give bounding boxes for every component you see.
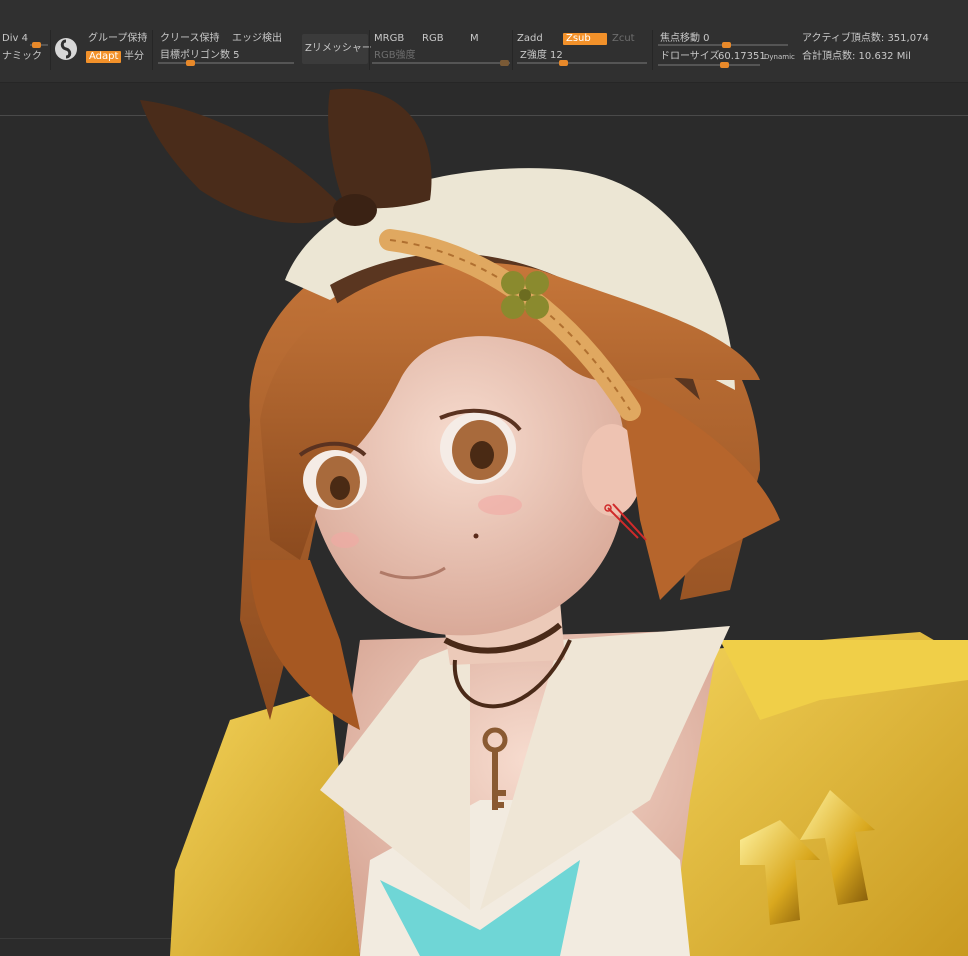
rgb-intensity-label: RGB強度 (374, 50, 416, 61)
sculpt-model[interactable] (0, 83, 968, 956)
dynamic-button[interactable]: ナミック (2, 51, 42, 63)
div-slider[interactable] (30, 42, 48, 48)
active-points-stat: アクティブ頂点数: 351,074 (802, 33, 929, 44)
3d-viewport[interactable] (0, 83, 968, 956)
hair-bow (140, 100, 345, 224)
zremesher-button[interactable]: Zリメッシャー (302, 34, 372, 64)
edge-detect-button[interactable]: エッジ検出 (232, 33, 282, 45)
total-points-stat: 合計頂点数: 10.632 Mil (802, 51, 911, 62)
zbrush-logo-icon[interactable] (55, 38, 77, 60)
jacket-left (170, 690, 360, 956)
target-poly-slider[interactable] (158, 60, 294, 66)
z-intensity-label: Z強度 12 (520, 50, 563, 61)
focal-shift-slider[interactable] (658, 42, 788, 48)
mrgb-button[interactable]: MRGB (374, 33, 404, 45)
crease-keep-button[interactable]: クリース保持 (160, 33, 220, 45)
div-label[interactable]: Div 4 (2, 33, 28, 45)
toolbar: Div 4 ナミック グループ保持 Adapt 半分 クリース保持 エッジ検出 … (0, 0, 968, 83)
zcut-button[interactable]: Zcut (612, 33, 635, 45)
rgb-button[interactable]: RGB (422, 33, 444, 45)
group-keep-button[interactable]: グループ保持 (88, 33, 147, 45)
draw-size-slider[interactable] (658, 62, 760, 68)
half-button[interactable]: 半分 (124, 51, 144, 63)
zremesher-label: Zリメッシャー (305, 43, 372, 54)
zsub-button[interactable]: Zsub (563, 33, 607, 45)
adapt-button[interactable]: Adapt (86, 51, 122, 63)
z-intensity-slider[interactable] (517, 60, 647, 66)
draw-size-label: ドローサイズ (660, 51, 720, 62)
dynamic-toggle[interactable]: Dynamic (764, 51, 795, 63)
zadd-button[interactable]: Zadd (517, 33, 543, 45)
m-button[interactable]: M (470, 33, 479, 45)
target-poly-slider-label: 目標ポリゴン数 5 (160, 50, 240, 61)
rgb-intensity-slider[interactable] (372, 60, 510, 66)
